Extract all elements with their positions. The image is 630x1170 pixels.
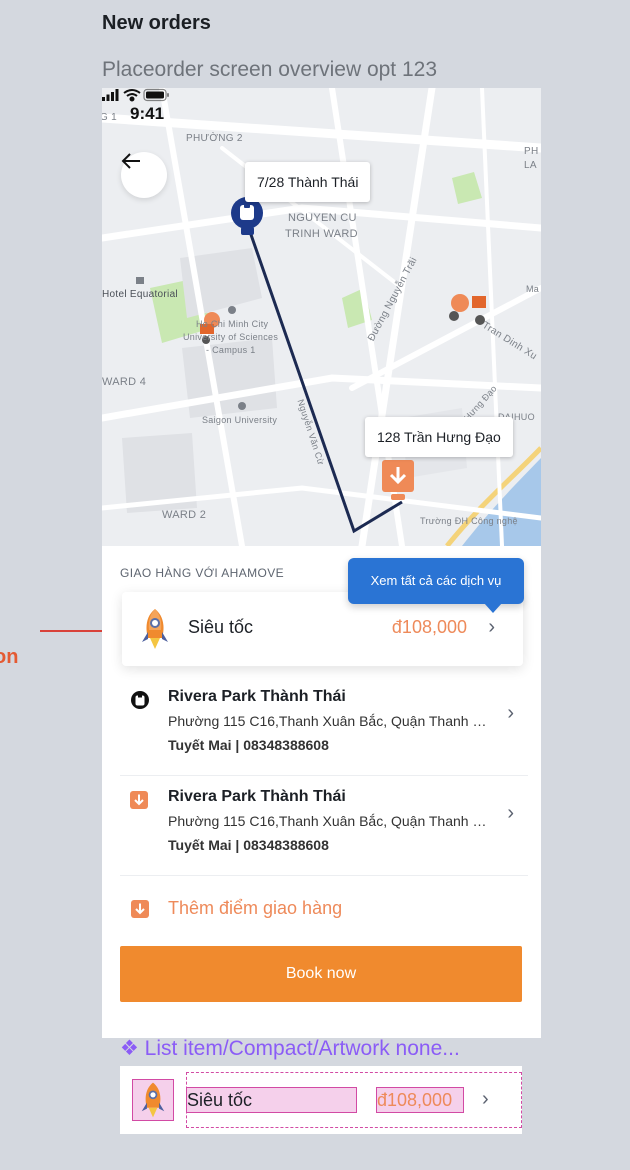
chevron-right-icon: ›	[507, 802, 514, 824]
signal-icon	[102, 89, 119, 101]
pickup-stop-item[interactable]: Rivera Park Thành Thái Phường 115 C16,Th…	[120, 678, 528, 776]
service-price: đ108,000	[391, 617, 467, 637]
pickup-callout[interactable]: 7/28 Thành Thái	[245, 162, 371, 202]
map-view[interactable]: PHƯỜNG 2 G 1 PH LA NGUYEN CU TRINH WARD …	[102, 88, 541, 546]
stop-title: Rivera Park Thành Thái	[168, 788, 346, 805]
service-name: Siêu tốc	[187, 1090, 253, 1110]
stop-address: Phường 115 C16,Thanh Xuân Bắc, Quận Than…	[168, 813, 490, 829]
map-label: Ho Chi Minh City	[196, 319, 269, 329]
map-label: Trường ĐH Công nghệ	[420, 516, 518, 526]
map-label: HUO	[514, 412, 535, 422]
order-panel: GIAO HÀNG VỚI AHAMOVE Siêu tốc đ108,000 …	[102, 546, 541, 1038]
all-services-tooltip[interactable]: Xem tất cả các dịch vụ	[348, 558, 524, 604]
map-label: LA	[524, 160, 537, 171]
stop-title: Rivera Park Thành Thái	[168, 688, 346, 705]
service-name: Siêu tốc	[188, 617, 254, 637]
map-label: WARD 4	[102, 376, 147, 388]
map-label: University of Sciences	[183, 332, 279, 342]
chevron-right-icon: ›	[482, 1088, 489, 1110]
chevron-right-icon: ›	[488, 616, 495, 638]
add-stop-icon[interactable]	[131, 900, 149, 918]
status-icons	[102, 88, 169, 102]
battery-icon	[143, 88, 169, 102]
book-now-button[interactable]: Book now	[120, 946, 522, 1002]
stop-address: Phường 115 C16,Thanh Xuân Bắc, Quận Than…	[168, 713, 490, 729]
add-stop-link[interactable]: Thêm điểm giao hàng	[168, 898, 342, 919]
dropoff-pin-icon	[130, 791, 148, 809]
map-roads	[102, 88, 541, 546]
chevron-right-icon: ›	[507, 702, 514, 724]
wifi-icon	[123, 89, 141, 102]
dropoff-stop-item[interactable]: Rivera Park Thành Thái Phường 115 C16,Th…	[120, 778, 528, 876]
map-label: WARD 2	[162, 509, 207, 521]
map-label: PHƯỜNG 2	[186, 133, 243, 144]
arrow-left-icon	[121, 153, 140, 169]
map-label: Hotel Equatorial	[102, 289, 178, 300]
stop-contact: Tuyết Mai | 08348388608	[168, 837, 329, 853]
back-button[interactable]	[121, 152, 167, 198]
map-label: G 1	[102, 112, 118, 123]
map-label: - Campus 1	[206, 345, 256, 355]
frame-subtitle: Placeorder screen overview opt 123	[102, 58, 438, 81]
pickup-pin-icon	[131, 691, 149, 709]
map-label: NGUYEN CU	[288, 212, 357, 224]
tooltip-tail	[484, 603, 502, 613]
map-label: Saigon University	[202, 415, 278, 425]
rocket-icon	[142, 609, 168, 649]
place-order-screen: PHƯỜNG 2 G 1 PH LA NGUYEN CU TRINH WARD …	[102, 88, 541, 1038]
status-time: 9:41	[130, 104, 165, 123]
list-item-compact[interactable]: Siêu tốc đ108,000 ›	[120, 1066, 522, 1134]
component-label: ❖ List item/Compact/Artwork none...	[120, 1037, 460, 1060]
annotation-text: on	[0, 646, 19, 668]
map-label: Ma	[526, 284, 540, 294]
rocket-icon	[141, 1082, 165, 1118]
map-label: PH	[524, 146, 539, 157]
stop-contact: Tuyết Mai | 08348388608	[168, 737, 329, 753]
frame-title: New orders	[102, 12, 211, 34]
section-label: GIAO HÀNG VỚI AHAMOVE	[120, 566, 285, 580]
dropoff-callout[interactable]: 128 Trần Hưng Đạo	[365, 417, 513, 457]
service-price: đ108,000	[377, 1090, 453, 1110]
map-label: TRINH WARD	[285, 228, 358, 240]
